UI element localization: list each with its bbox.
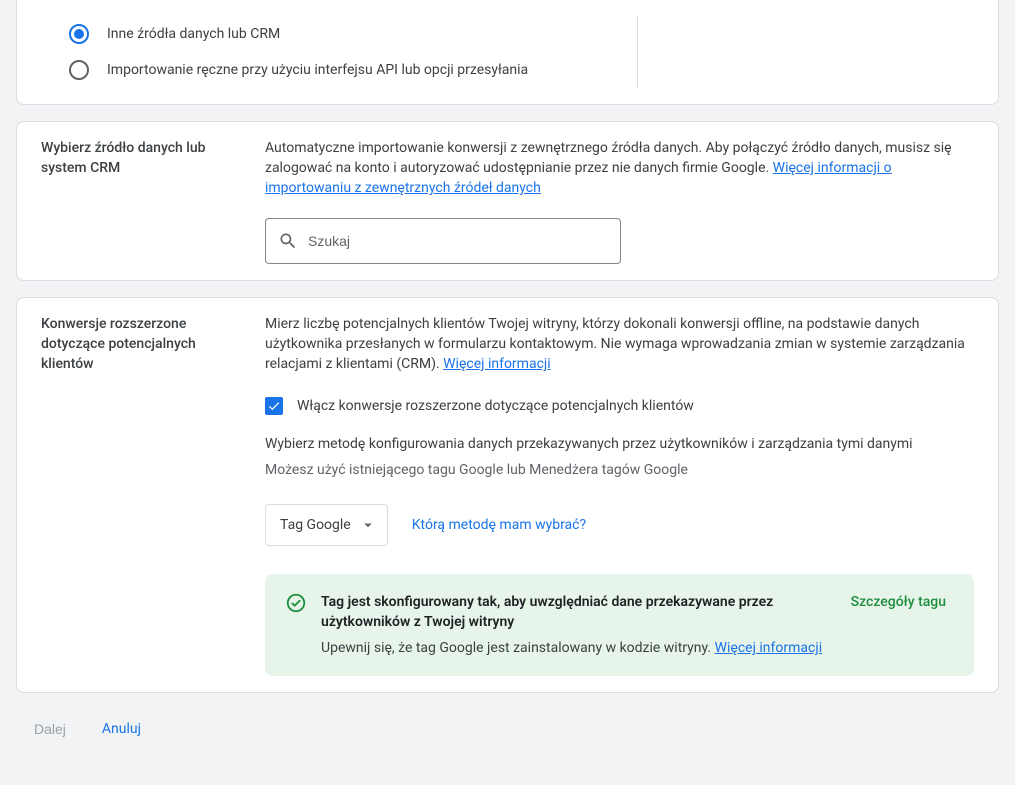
tag-status-banner: Tag jest skonfigurowany tak, aby uwzględ…	[265, 574, 974, 676]
section-title: Wybierz źródło danych lub system CRM	[41, 138, 241, 264]
radio-selected-icon	[69, 24, 89, 44]
radio-unselected-icon	[69, 60, 89, 80]
chevron-down-icon	[359, 516, 377, 534]
radio-label: Inne źródła danych lub CRM	[107, 26, 280, 42]
learn-more-link[interactable]: Więcej informacji	[715, 640, 823, 656]
enhanced-conversions-card: Konwersje rozszerzone dotyczące potencja…	[16, 297, 999, 693]
checkbox-checked-icon	[265, 397, 283, 415]
status-title: Tag jest skonfigurowany tak, aby uwzględ…	[321, 592, 837, 632]
check-circle-icon	[285, 592, 307, 614]
learn-more-link[interactable]: Więcej informacji	[443, 356, 551, 372]
radio-option-manual-import[interactable]: Importowanie ręczne przy użyciu interfej…	[69, 52, 637, 88]
import-method-card: Inne źródła danych lub CRM Importowanie …	[16, 0, 999, 105]
section-description: Mierz liczbę potencjalnych klientów Twoj…	[265, 314, 974, 374]
radio-label: Importowanie ręczne przy użyciu interfej…	[107, 62, 528, 78]
enable-enhanced-conversions-checkbox[interactable]: Włącz konwersje rozszerzone dotyczące po…	[265, 396, 974, 416]
method-subtext: Możesz użyć istniejącego tagu Google lub…	[265, 460, 974, 480]
next-button[interactable]: Dalej	[16, 713, 84, 745]
footer-actions: Dalej Anuluj	[16, 713, 999, 745]
status-subtitle: Upewnij się, że tag Google jest zainstal…	[321, 638, 837, 658]
checkbox-label: Włącz konwersje rozszerzone dotyczące po…	[297, 396, 694, 416]
cancel-button[interactable]: Anuluj	[102, 721, 141, 737]
search-input[interactable]	[308, 233, 608, 249]
search-icon	[278, 231, 298, 251]
tag-method-select[interactable]: Tag Google	[265, 504, 388, 546]
select-value: Tag Google	[280, 515, 351, 535]
search-box[interactable]	[265, 218, 621, 264]
section-title: Konwersje rozszerzone dotyczące potencja…	[41, 314, 241, 676]
which-method-link[interactable]: Którą metodę mam wybrać?	[412, 515, 586, 535]
radio-option-other-sources[interactable]: Inne źródła danych lub CRM	[69, 16, 637, 52]
method-instruction: Wybierz metodę konfigurowania danych prz…	[265, 434, 974, 454]
data-source-card: Wybierz źródło danych lub system CRM Aut…	[16, 121, 999, 281]
section-description: Automatyczne importowanie konwersji z ze…	[265, 138, 974, 198]
tag-details-link[interactable]: Szczegóły tagu	[851, 592, 946, 612]
